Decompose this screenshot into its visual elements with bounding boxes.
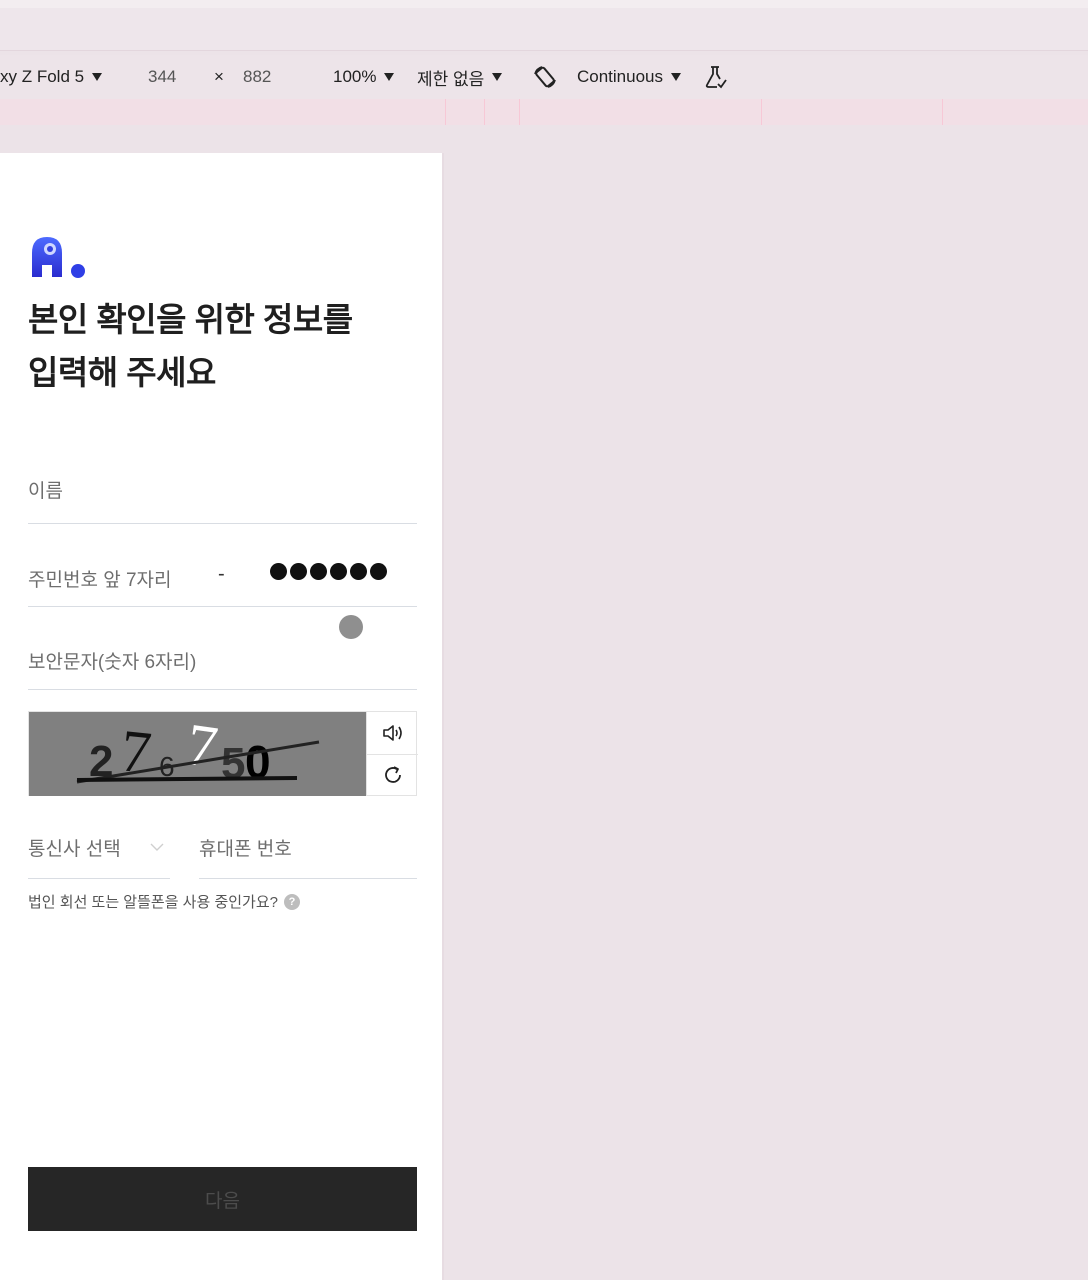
- viewport-edge: [442, 153, 444, 1280]
- zoom-value: 100%: [333, 67, 377, 86]
- corp-question-text: 법인 회선 또는 알뜰폰을 사용 중인가요?: [28, 894, 278, 911]
- title-line-1: 본인 확인을 위한 정보를: [28, 301, 353, 338]
- captcha-refresh-button[interactable]: [367, 754, 418, 796]
- height-input[interactable]: 882: [243, 55, 271, 99]
- carrier-placeholder: 통신사 선택: [28, 839, 121, 860]
- phone-field[interactable]: 휴대폰 번호: [199, 815, 417, 879]
- captcha-image: 2 7 6 7 5 0: [29, 712, 366, 796]
- captcha-box: 2 7 6 7 5 0: [28, 711, 418, 796]
- rotate-button[interactable]: [532, 55, 558, 99]
- name-placeholder: 이름: [28, 481, 63, 502]
- mask-dot: [270, 563, 287, 580]
- device-viewport: 본인 확인을 위한 정보를 입력해 주세요 이름 주민번호 앞 7자리 - 보안…: [0, 153, 442, 1280]
- title-line-2: 입력해 주세요: [28, 354, 216, 391]
- media-query-ruler: [0, 99, 1088, 125]
- dimension-separator: ×: [214, 67, 224, 86]
- ruler-segment: [445, 99, 446, 125]
- page-title: 본인 확인을 위한 정보를 입력해 주세요: [28, 293, 428, 399]
- rotate-icon: [534, 66, 556, 88]
- chevron-down-icon: [384, 73, 395, 81]
- chevron-down-icon: [671, 73, 682, 81]
- throttle-select[interactable]: 제한 없음: [417, 55, 503, 99]
- refresh-icon: [384, 766, 401, 783]
- mask-dot: [330, 563, 347, 580]
- flask-icon: [705, 66, 727, 89]
- device-name: xy Z Fold 5: [0, 67, 85, 86]
- captcha-digit: 7: [183, 712, 222, 780]
- device-toolbar: xy Z Fold 5 344 × 882 100% 제한 없음 Continu…: [0, 55, 1088, 99]
- captcha-placeholder: 보안문자(숫자 6자리): [28, 652, 197, 673]
- chevron-down-icon: [492, 73, 503, 81]
- chevron-down-icon: [92, 73, 103, 81]
- phone-placeholder: 휴대폰 번호: [199, 839, 292, 860]
- browser-top-strip: [0, 0, 1088, 8]
- captcha-audio-button[interactable]: [367, 712, 418, 755]
- help-icon: ?: [283, 893, 300, 910]
- captcha-controls: [366, 712, 418, 796]
- sensors-button[interactable]: [703, 55, 727, 99]
- rrn-masked-digits: [270, 563, 387, 580]
- rrn-field[interactable]: 주민번호 앞 7자리 -: [28, 523, 417, 607]
- mask-dot: [350, 563, 367, 580]
- throttle-value: 제한 없음: [417, 69, 485, 89]
- chevron-down-icon: [150, 843, 164, 851]
- ruler-segment: [761, 99, 762, 125]
- rrn-dash: -: [218, 563, 225, 585]
- next-button[interactable]: 다음: [28, 1167, 417, 1231]
- ruler-segment: [484, 99, 485, 125]
- device-select[interactable]: xy Z Fold 5: [0, 55, 103, 99]
- mode-value: Continuous: [577, 67, 664, 86]
- mode-select[interactable]: Continuous: [577, 55, 682, 99]
- rrn-placeholder: 주민번호 앞 7자리: [28, 570, 172, 591]
- mask-dot: [370, 563, 387, 580]
- mask-dot: [290, 563, 307, 580]
- devtools-header-bar: [0, 8, 1088, 51]
- zoom-select[interactable]: 100%: [333, 55, 395, 99]
- corp-line-help-link[interactable]: 법인 회선 또는 알뜰폰을 사용 중인가요? ?: [28, 891, 300, 912]
- ruler-segment: [519, 99, 520, 125]
- captcha-field[interactable]: 보안문자(숫자 6자리): [28, 606, 417, 690]
- mask-dot: [310, 563, 327, 580]
- name-field[interactable]: 이름: [28, 446, 417, 524]
- carrier-select[interactable]: 통신사 선택: [28, 815, 170, 879]
- width-input[interactable]: 344: [148, 55, 176, 99]
- speaker-icon: [382, 725, 402, 741]
- brand-logo: [32, 237, 85, 278]
- ruler-segment: [942, 99, 943, 125]
